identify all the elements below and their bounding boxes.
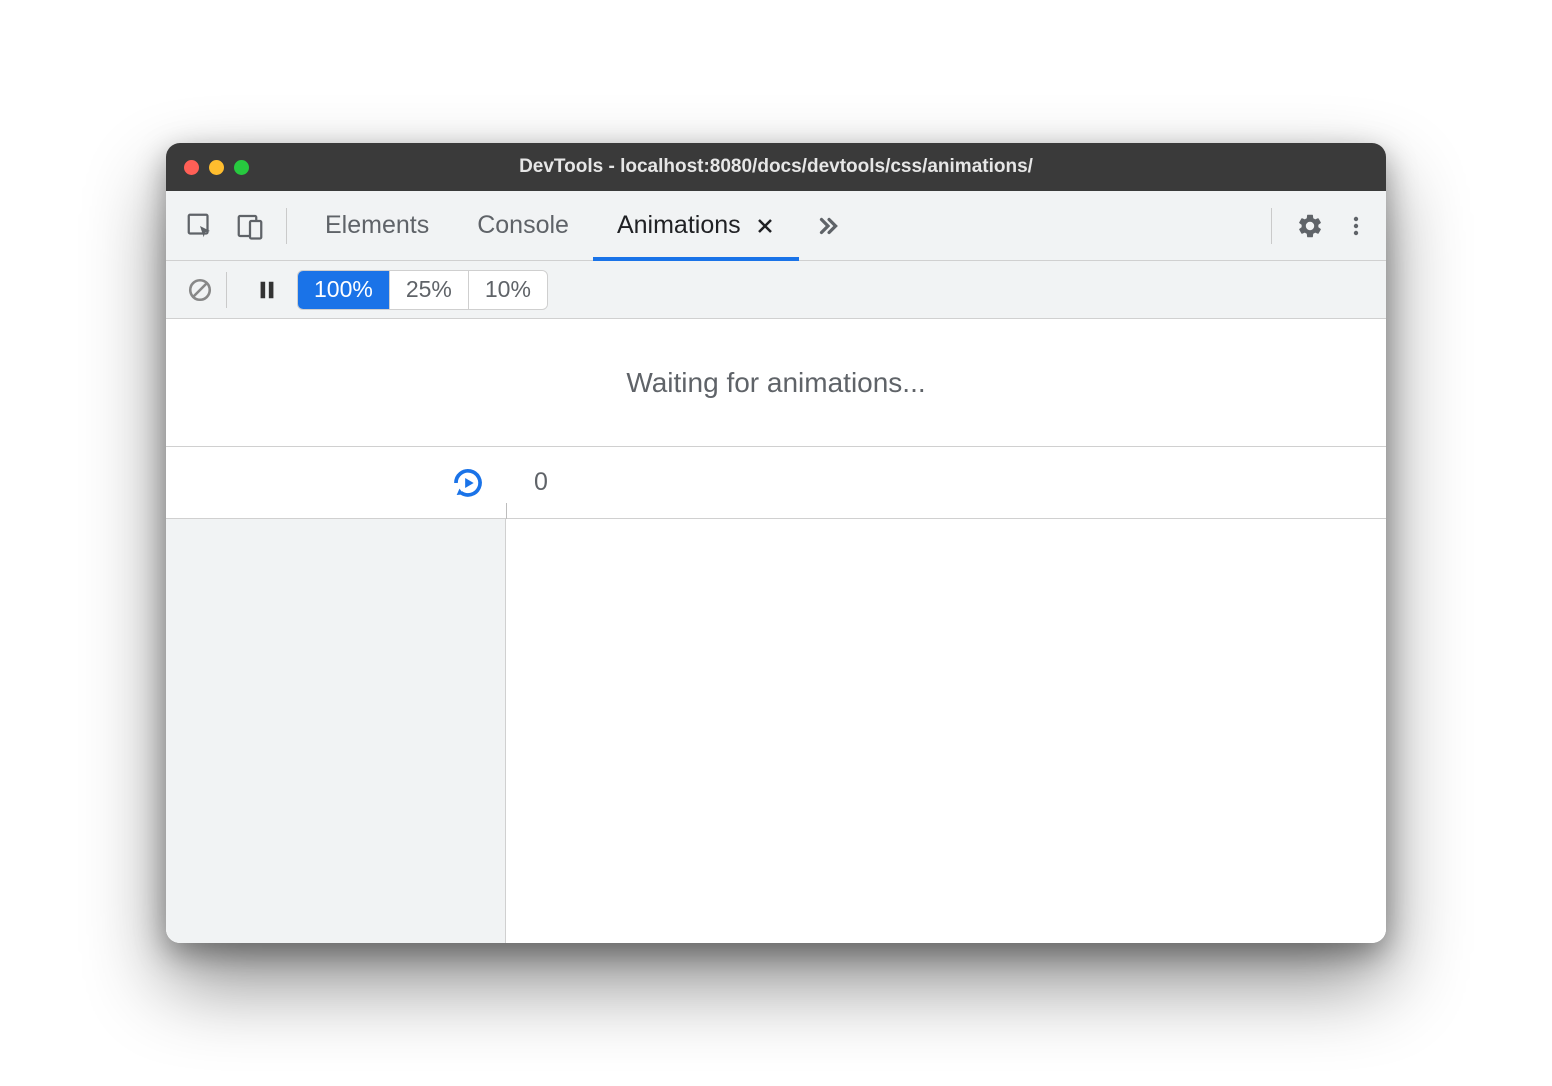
clear-icon[interactable] <box>180 270 220 310</box>
speed-25-label: 25% <box>406 276 452 303</box>
tab-console-label: Console <box>477 211 569 240</box>
timeline-body-left <box>166 519 506 943</box>
timeline-body-right <box>506 519 1386 943</box>
toolbar-divider <box>286 208 287 244</box>
replay-icon[interactable] <box>450 465 486 501</box>
timeline-header: 0 <box>166 447 1386 519</box>
gear-icon[interactable] <box>1290 206 1330 246</box>
control-divider <box>226 272 227 308</box>
waiting-text: Waiting for animations... <box>626 367 925 399</box>
minimize-window-button[interactable] <box>209 160 224 175</box>
speed-10-button[interactable]: 10% <box>468 271 547 309</box>
device-toolbar-icon[interactable] <box>230 206 270 246</box>
toolbar-divider-right <box>1271 208 1272 244</box>
close-window-button[interactable] <box>184 160 199 175</box>
timeline-body <box>166 519 1386 943</box>
kebab-menu-icon[interactable] <box>1336 206 1376 246</box>
traffic-lights <box>184 160 249 175</box>
pause-icon[interactable] <box>247 270 287 310</box>
timeline-zero-label: 0 <box>534 468 548 497</box>
more-tabs-button[interactable] <box>799 191 857 261</box>
tab-elements[interactable]: Elements <box>301 191 453 261</box>
inspect-element-icon[interactable] <box>180 206 220 246</box>
tab-elements-label: Elements <box>325 211 429 240</box>
playback-speed-group: 100% 25% 10% <box>297 270 548 310</box>
devtools-window: DevTools - localhost:8080/docs/devtools/… <box>166 143 1386 943</box>
speed-100-label: 100% <box>314 276 373 303</box>
titlebar: DevTools - localhost:8080/docs/devtools/… <box>166 143 1386 191</box>
tab-animations-label: Animations <box>617 211 741 240</box>
tab-strip: Elements Console Animations <box>166 191 1386 261</box>
tab-console[interactable]: Console <box>453 191 593 261</box>
maximize-window-button[interactable] <box>234 160 249 175</box>
waiting-panel: Waiting for animations... <box>166 319 1386 447</box>
speed-10-label: 10% <box>485 276 531 303</box>
timeline-tick-zero <box>506 503 507 519</box>
tab-animations[interactable]: Animations <box>593 191 799 261</box>
timeline-header-right: 0 <box>506 447 1386 518</box>
animations-control-bar: 100% 25% 10% <box>166 261 1386 319</box>
window-title: DevTools - localhost:8080/docs/devtools/… <box>519 156 1033 178</box>
timeline-header-left <box>166 447 506 518</box>
close-icon[interactable] <box>755 216 775 236</box>
speed-100-button[interactable]: 100% <box>298 271 389 309</box>
speed-25-button[interactable]: 25% <box>389 271 468 309</box>
